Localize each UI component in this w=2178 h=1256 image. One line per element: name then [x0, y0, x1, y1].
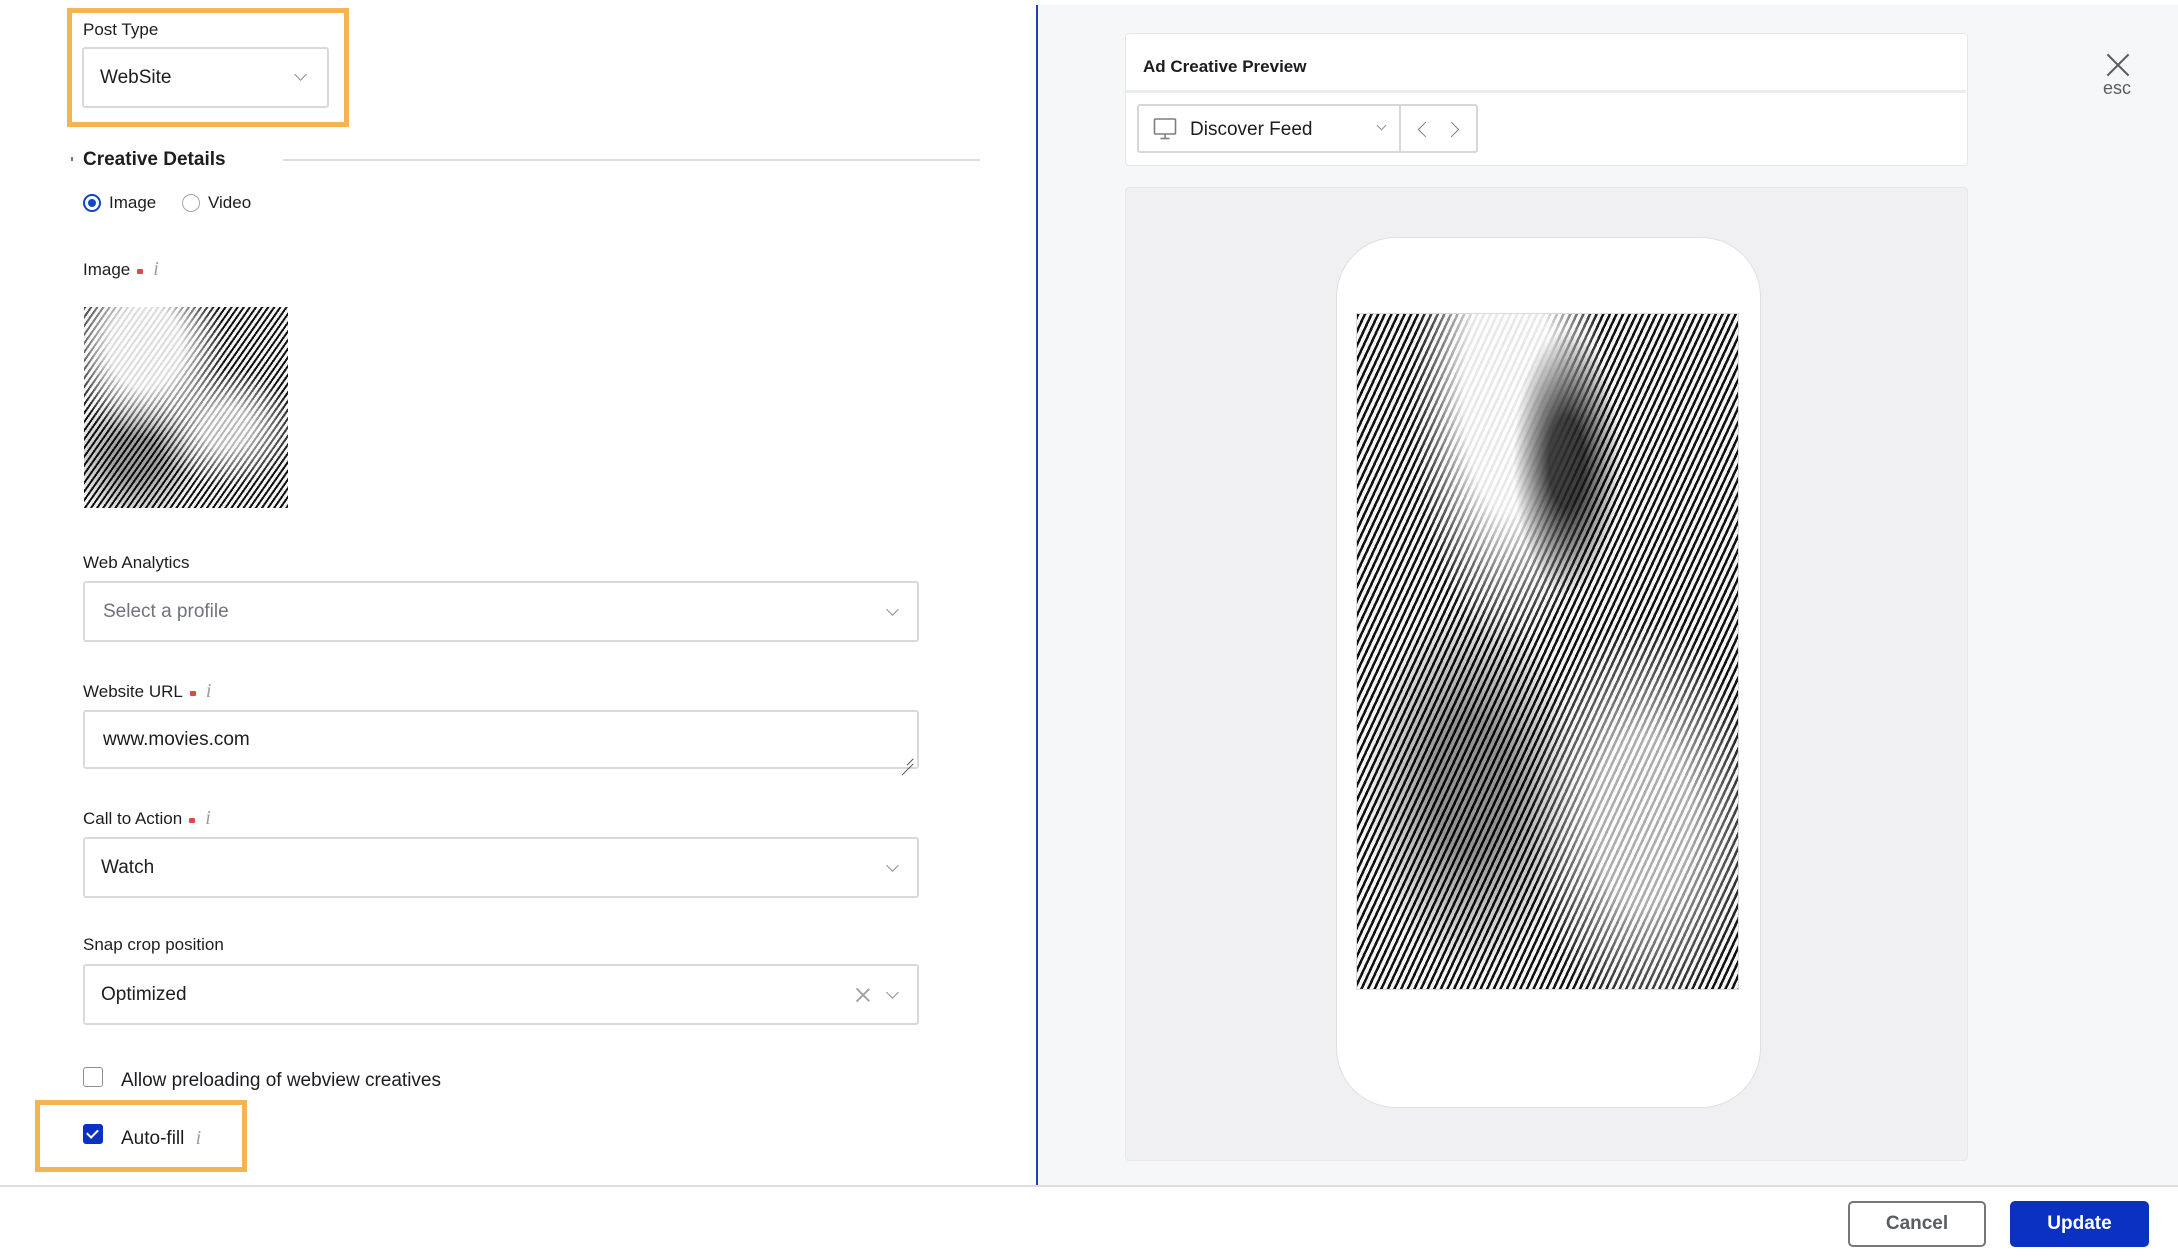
website-url-label: Website URL i: [83, 680, 211, 703]
snap-crop-label: Snap crop position: [83, 935, 224, 954]
close-icon[interactable]: [2106, 53, 2130, 77]
info-icon[interactable]: i: [205, 807, 211, 830]
creative-image: [84, 307, 288, 508]
placement-value: Discover Feed: [1190, 119, 1313, 140]
website-url-input[interactable]: www.movies.com: [83, 710, 919, 769]
required-indicator: [189, 690, 196, 696]
preview-header-card: Ad Creative Preview Discover Feed: [1125, 33, 1968, 166]
web-analytics-label: Web Analytics: [83, 553, 190, 572]
chevron-down-icon: [1376, 120, 1387, 131]
call-to-action-value: Watch: [101, 856, 155, 878]
monitor-icon: [1153, 118, 1177, 140]
image-thumbnail[interactable]: [84, 307, 288, 508]
info-icon[interactable]: i: [153, 258, 159, 281]
required-indicator: [137, 268, 144, 274]
preview-canvas: [1125, 187, 1968, 1161]
phone-mockup: [1336, 237, 1761, 1108]
website-url-value: www.movies.com: [103, 728, 250, 750]
snap-crop-value: Optimized: [101, 983, 187, 1005]
section-marker: [71, 157, 73, 161]
call-to-action-label-text: Call to Action: [83, 808, 183, 828]
preview-panel: Ad Creative Preview Discover Feed esc: [1038, 5, 2178, 1185]
ad-creative-media: [1356, 313, 1739, 990]
auto-fill-checkbox[interactable]: [83, 1124, 103, 1144]
info-icon[interactable]: i: [206, 680, 212, 703]
radio-video-label: Video: [208, 193, 252, 212]
chevron-down-icon: [886, 859, 899, 872]
card-divider: [1126, 90, 1966, 93]
radio-video[interactable]: [182, 194, 200, 212]
call-to-action-select[interactable]: Watch: [83, 837, 919, 898]
footer-divider: [0, 1185, 2178, 1187]
chevron-right-icon[interactable]: [1443, 121, 1460, 138]
creative-form: Post Type WebSite Creative Details Image…: [0, 0, 1036, 1186]
auto-fill-label-text: Auto-fill: [121, 1128, 185, 1149]
section-divider: [283, 159, 980, 161]
web-analytics-placeholder: Select a profile: [103, 600, 229, 622]
creative-details-heading: Creative Details: [83, 149, 226, 170]
image-label-text: Image: [83, 259, 131, 279]
image-label: Image i: [83, 258, 159, 281]
web-analytics-select[interactable]: Select a profile: [83, 581, 919, 642]
chevron-left-icon[interactable]: [1417, 121, 1434, 138]
update-button[interactable]: Update: [2010, 1201, 2149, 1247]
creative-image: [1357, 314, 1738, 989]
allow-preloading-label: Allow preloading of webview creatives: [121, 1070, 441, 1091]
auto-fill-label: Auto-fill i: [121, 1127, 201, 1150]
call-to-action-label: Call to Action i: [83, 807, 211, 830]
esc-label: esc: [2103, 78, 2132, 98]
placement-select[interactable]: Discover Feed: [1137, 104, 1401, 153]
chevron-down-icon: [294, 68, 307, 81]
placement-nav: [1401, 104, 1478, 153]
preview-title: Ad Creative Preview: [1143, 57, 1307, 76]
allow-preloading-checkbox[interactable]: [83, 1067, 103, 1087]
cancel-button[interactable]: Cancel: [1848, 1201, 1986, 1247]
radio-image[interactable]: [83, 194, 101, 212]
post-type-label: Post Type: [83, 20, 159, 39]
resize-handle-icon[interactable]: [902, 752, 914, 764]
website-url-label-text: Website URL: [83, 681, 183, 701]
info-icon[interactable]: i: [196, 1127, 202, 1149]
radio-image-label: Image: [109, 193, 157, 212]
chevron-down-icon: [886, 986, 899, 999]
chevron-down-icon: [886, 603, 899, 616]
clear-icon[interactable]: [855, 987, 871, 1003]
post-type-value: WebSite: [100, 66, 172, 88]
required-indicator: [189, 817, 196, 823]
post-type-select[interactable]: WebSite: [82, 47, 329, 108]
snap-crop-select[interactable]: Optimized: [83, 964, 919, 1025]
